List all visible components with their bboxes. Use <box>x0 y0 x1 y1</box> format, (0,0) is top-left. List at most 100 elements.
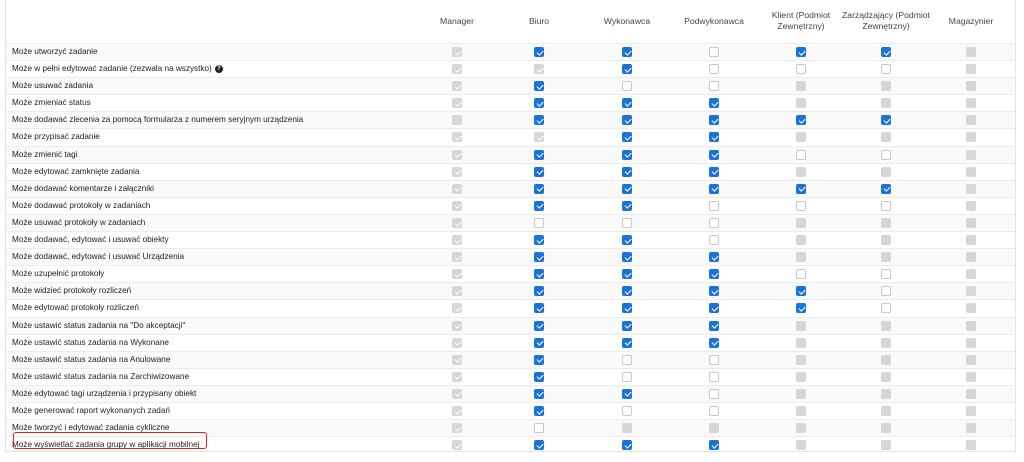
checkbox-wykonawca[interactable] <box>622 388 632 399</box>
checkbox-biuro[interactable] <box>534 303 544 314</box>
checkbox-podwykonawca[interactable] <box>709 64 719 75</box>
checkbox-podwykonawca[interactable] <box>709 371 719 382</box>
checkbox-biuro[interactable] <box>534 200 544 211</box>
checkbox-wykonawca[interactable] <box>622 371 632 382</box>
checkbox-wykonawca[interactable] <box>622 320 632 331</box>
checkbox-podwykonawca[interactable] <box>709 166 719 177</box>
checkbox-biuro[interactable] <box>534 217 544 228</box>
checkbox-klient[interactable] <box>796 303 806 314</box>
checkbox-podwykonawca[interactable] <box>709 217 719 228</box>
checkbox-podwykonawca[interactable] <box>709 286 719 297</box>
checkbox-klient[interactable] <box>796 286 806 297</box>
permission-row: Może generować raport wykonanych zadań <box>6 401 1015 419</box>
checkbox-podwykonawca[interactable] <box>709 320 719 331</box>
checkbox-biuro[interactable] <box>534 286 544 297</box>
permission-label-text: Może usuwać zadania <box>12 81 94 91</box>
checkbox-biuro[interactable] <box>534 115 544 126</box>
checkbox-magazynier <box>966 423 976 434</box>
checkbox-podwykonawca[interactable] <box>709 200 719 211</box>
permission-row: Może przypisać zadanie <box>6 128 1015 145</box>
checkbox-biuro[interactable] <box>534 252 544 263</box>
checkbox-wykonawca[interactable] <box>622 200 632 211</box>
checkbox-zarzadzajacy[interactable] <box>881 64 891 75</box>
checkbox-podwykonawca[interactable] <box>709 337 719 348</box>
checkbox-podwykonawca[interactable] <box>709 440 719 451</box>
checkbox-zarzadzajacy[interactable] <box>881 286 891 297</box>
checkbox-zarzadzajacy[interactable] <box>881 149 891 160</box>
checkbox-wykonawca[interactable] <box>622 337 632 348</box>
checkbox-podwykonawca[interactable] <box>709 303 719 314</box>
checkbox-wykonawca[interactable] <box>622 235 632 246</box>
checkbox-wykonawca[interactable] <box>622 166 632 177</box>
checkbox-wykonawca[interactable] <box>622 286 632 297</box>
checkbox-biuro[interactable] <box>534 235 544 246</box>
checkbox-klient[interactable] <box>796 200 806 211</box>
checkbox-podwykonawca[interactable] <box>709 47 719 57</box>
checkbox-biuro[interactable] <box>534 337 544 348</box>
checkbox-wykonawca[interactable] <box>622 149 632 160</box>
checkbox-podwykonawca[interactable] <box>709 235 719 246</box>
checkbox-wykonawca[interactable] <box>622 81 632 92</box>
checkbox-podwykonawca[interactable] <box>709 252 719 263</box>
checkbox-klient[interactable] <box>796 64 806 75</box>
checkbox-biuro[interactable] <box>534 405 544 416</box>
checkbox-zarzadzajacy[interactable] <box>881 269 891 280</box>
checkbox-zarzadzajacy[interactable] <box>881 303 891 314</box>
checkbox-manager <box>452 217 462 228</box>
checkbox-klient[interactable] <box>796 47 806 57</box>
checkbox-wykonawca[interactable] <box>622 98 632 109</box>
checkbox-klient[interactable] <box>796 149 806 160</box>
permission-label: Może zmieniać status <box>12 97 91 109</box>
checkbox-podwykonawca[interactable] <box>709 405 719 416</box>
checkbox-biuro[interactable] <box>534 183 544 194</box>
checkbox-biuro[interactable] <box>534 47 544 57</box>
checkbox-biuro[interactable] <box>534 388 544 399</box>
checkbox-zarzadzajacy[interactable] <box>881 183 891 194</box>
checkbox-wykonawca[interactable] <box>622 354 632 365</box>
checkbox-podwykonawca[interactable] <box>709 115 719 126</box>
checkbox-zarzadzajacy[interactable] <box>881 200 891 211</box>
checkbox-wykonawca[interactable] <box>622 217 632 228</box>
checkbox-klient[interactable] <box>796 183 806 194</box>
checkbox-podwykonawca[interactable] <box>709 98 719 109</box>
checkbox-wykonawca[interactable] <box>622 303 632 314</box>
checkbox-klient[interactable] <box>796 269 806 280</box>
checkbox-podwykonawca[interactable] <box>709 81 719 92</box>
checkbox-podwykonawca[interactable] <box>709 269 719 280</box>
checkbox-biuro[interactable] <box>534 166 544 177</box>
checkbox-podwykonawca[interactable] <box>709 149 719 160</box>
checkbox-wykonawca[interactable] <box>622 252 632 263</box>
checkbox-magazynier <box>966 337 976 348</box>
checkbox-biuro[interactable] <box>534 269 544 280</box>
checkbox-wykonawca[interactable] <box>622 183 632 194</box>
permission-row: Może uzupełnić protokoły <box>6 265 1015 282</box>
permission-label: Może generować raport wykonanych zadań <box>12 405 170 417</box>
checkbox-wykonawca[interactable] <box>622 440 632 451</box>
help-icon[interactable]: ? <box>214 64 223 73</box>
checkbox-wykonawca[interactable] <box>622 64 632 75</box>
checkbox-biuro[interactable] <box>534 354 544 365</box>
checkbox-podwykonawca[interactable] <box>709 132 719 143</box>
checkbox-klient[interactable] <box>796 115 806 126</box>
checkbox-wykonawca[interactable] <box>622 115 632 126</box>
checkbox-magazynier <box>966 252 976 263</box>
checkbox-biuro[interactable] <box>534 320 544 331</box>
checkbox-biuro[interactable] <box>534 440 544 451</box>
checkbox-biuro[interactable] <box>534 423 544 434</box>
checkbox-zarzadzajacy <box>881 440 891 451</box>
checkbox-podwykonawca[interactable] <box>709 183 719 194</box>
checkbox-wykonawca[interactable] <box>622 405 632 416</box>
checkbox-biuro[interactable] <box>534 149 544 160</box>
checkbox-podwykonawca[interactable] <box>709 354 719 365</box>
checkbox-wykonawca[interactable] <box>622 47 632 57</box>
checkbox-zarzadzajacy[interactable] <box>881 115 891 126</box>
checkbox-biuro[interactable] <box>534 81 544 92</box>
checkbox-wykonawca[interactable] <box>622 132 632 143</box>
checkbox-biuro[interactable] <box>534 98 544 109</box>
checkbox-podwykonawca[interactable] <box>709 388 719 399</box>
checkbox-klient <box>796 337 806 348</box>
permission-label: Może utworzyć zadanie <box>12 46 98 58</box>
checkbox-wykonawca[interactable] <box>622 269 632 280</box>
checkbox-biuro[interactable] <box>534 371 544 382</box>
checkbox-zarzadzajacy[interactable] <box>881 47 891 57</box>
